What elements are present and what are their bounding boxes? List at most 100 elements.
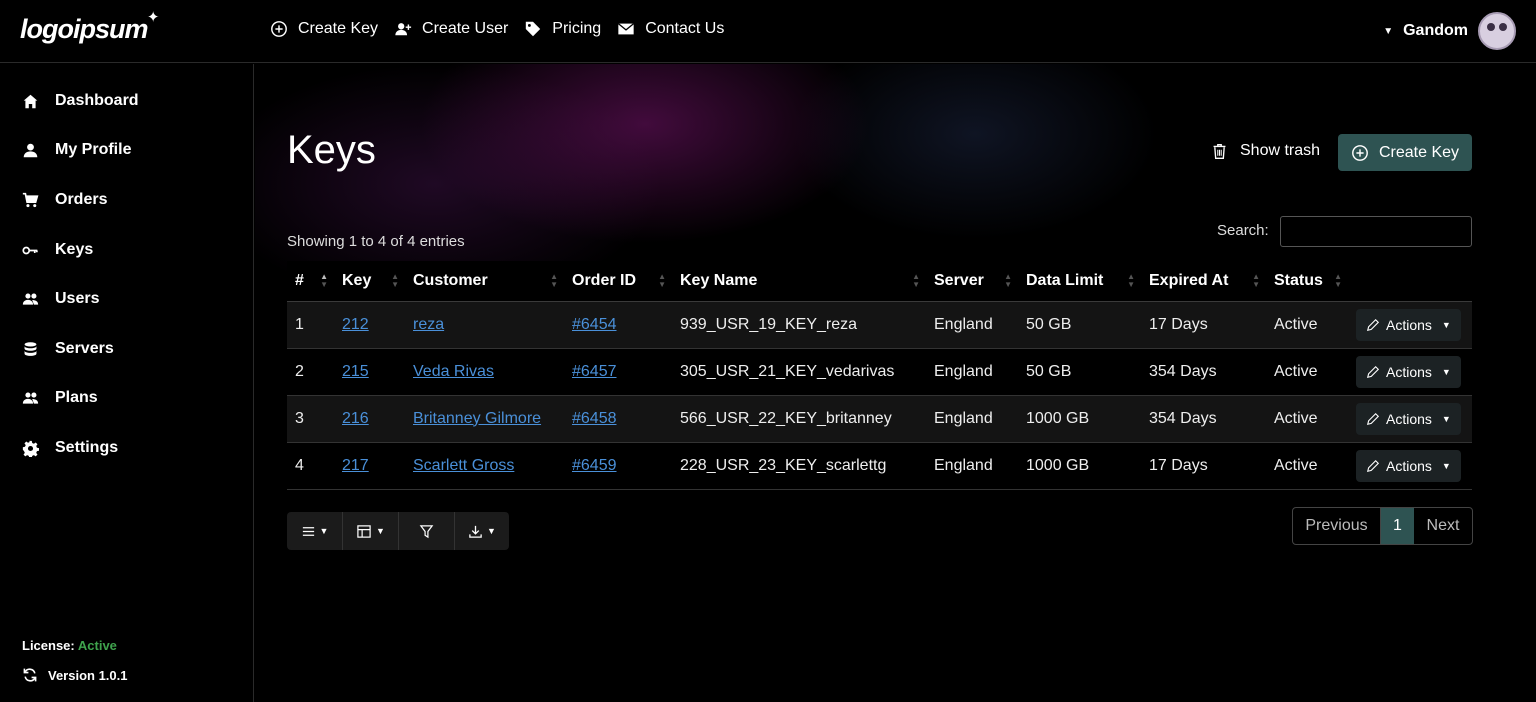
order-link[interactable]: #6458 bbox=[572, 410, 617, 427]
order-link[interactable]: #6457 bbox=[572, 363, 617, 380]
avatar[interactable] bbox=[1478, 12, 1516, 50]
sparkle-icon: ✦ bbox=[146, 9, 160, 26]
column-label: Order ID bbox=[572, 271, 637, 289]
column-header-key[interactable]: Key ▲ ▼ bbox=[334, 261, 405, 302]
column-header-key-name[interactable]: Key Name ▲ ▼ bbox=[672, 261, 926, 302]
customer-link[interactable]: Britanney Gilmore bbox=[413, 410, 541, 427]
cell-key-name: 566_USR_22_KEY_britanney bbox=[672, 395, 926, 443]
sort-icon: ▲ ▼ bbox=[1334, 272, 1342, 289]
show-trash-button[interactable]: Show trash bbox=[1211, 142, 1320, 160]
table-row: 2 215 Veda Rivas #6457 305_USR_21_KEY_ve… bbox=[287, 348, 1472, 396]
cell-actions: Actions ▼ bbox=[1348, 301, 1472, 349]
cart-icon bbox=[22, 192, 39, 207]
logo[interactable]: logoipsum ✦ bbox=[20, 9, 159, 45]
sidebar-item-label: Plans bbox=[55, 389, 98, 406]
actions-dropdown-button[interactable]: Actions ▼ bbox=[1356, 355, 1461, 388]
cell-status: Active bbox=[1266, 442, 1348, 490]
column-label: # bbox=[295, 271, 304, 289]
column-header-order-id[interactable]: Order ID ▲ ▼ bbox=[564, 261, 672, 302]
tag-icon bbox=[526, 21, 541, 37]
sort-icon: ▲ ▼ bbox=[550, 272, 558, 289]
previous-page-button[interactable]: Previous bbox=[1293, 508, 1381, 544]
column-header-data-limit[interactable]: Data Limit ▲ ▼ bbox=[1018, 261, 1141, 302]
column-header-server[interactable]: Server ▲ ▼ bbox=[926, 261, 1018, 302]
cell-expired-at: 17 Days bbox=[1141, 301, 1266, 349]
envelope-icon bbox=[618, 23, 635, 35]
user-icon bbox=[23, 143, 38, 157]
column-header-customer[interactable]: Customer ▲ ▼ bbox=[405, 261, 564, 302]
sidebar-item-orders[interactable]: Orders bbox=[22, 191, 107, 209]
cell-key-name: 228_USR_23_KEY_scarlettg bbox=[672, 442, 926, 490]
actions-dropdown-button[interactable]: Actions ▼ bbox=[1356, 308, 1461, 341]
cell-server: England bbox=[926, 395, 1018, 443]
key-link[interactable]: 212 bbox=[342, 316, 369, 333]
nav-pricing-label: Pricing bbox=[552, 20, 602, 37]
cell-actions: Actions ▼ bbox=[1348, 395, 1472, 443]
sidebar-item-keys[interactable]: Keys bbox=[22, 241, 93, 259]
actions-dropdown-button[interactable]: Actions ▼ bbox=[1356, 402, 1461, 435]
sidebar-item-label: My Profile bbox=[55, 141, 132, 158]
actions-label: Actions bbox=[1386, 410, 1432, 427]
caret-down-icon: ▼ bbox=[376, 526, 385, 536]
customer-link[interactable]: Scarlett Gross bbox=[413, 457, 514, 474]
nav-create-user-label: Create User bbox=[422, 20, 509, 37]
key-link[interactable]: 216 bbox=[342, 410, 369, 427]
plus-circle-icon bbox=[1352, 144, 1368, 161]
license-status: License: Active bbox=[22, 638, 117, 653]
sidebar-item-plans[interactable]: Plans bbox=[22, 389, 98, 407]
sidebar-item-dashboard[interactable]: Dashboard bbox=[22, 92, 139, 110]
sidebar-item-label: Servers bbox=[55, 340, 114, 357]
actions-dropdown-button[interactable]: Actions ▼ bbox=[1356, 449, 1461, 482]
pencil-icon bbox=[1366, 459, 1380, 472]
actions-label: Actions bbox=[1386, 363, 1432, 380]
export-button[interactable]: ▼ bbox=[455, 512, 509, 550]
user-menu[interactable]: ▼ Gandom bbox=[1383, 12, 1516, 50]
customer-link[interactable]: Veda Rivas bbox=[413, 363, 494, 380]
key-link[interactable]: 215 bbox=[342, 363, 369, 380]
key-link[interactable]: 217 bbox=[342, 457, 369, 474]
caret-down-icon: ▼ bbox=[1383, 25, 1394, 37]
actions-label: Actions bbox=[1386, 457, 1432, 474]
column-header-num[interactable]: # ▲ ▼ bbox=[287, 261, 334, 302]
plus-circle-icon bbox=[271, 21, 287, 37]
column-visibility-button[interactable]: ▼ bbox=[343, 512, 399, 550]
nav-create-user[interactable]: Create User bbox=[394, 20, 508, 38]
cell-customer: Veda Rivas bbox=[405, 348, 564, 396]
order-link[interactable]: #6459 bbox=[572, 457, 617, 474]
create-key-button[interactable]: Create Key bbox=[1338, 134, 1472, 171]
customer-link[interactable]: reza bbox=[413, 316, 444, 333]
cell-status: Active bbox=[1266, 348, 1348, 396]
cell-data-limit: 50 GB bbox=[1018, 348, 1141, 396]
search-input[interactable] bbox=[1280, 216, 1472, 247]
users-icon bbox=[22, 293, 39, 305]
column-header-expired-at[interactable]: Expired At ▲ ▼ bbox=[1141, 261, 1266, 302]
cell-server: England bbox=[926, 348, 1018, 396]
sidebar-item-settings[interactable]: Settings bbox=[22, 439, 118, 457]
column-label: Status bbox=[1274, 271, 1323, 289]
sidebar-item-servers[interactable]: Servers bbox=[22, 340, 114, 358]
page-1-button[interactable]: 1 bbox=[1381, 508, 1414, 544]
nav-create-key[interactable]: Create Key bbox=[270, 20, 378, 38]
nav-pricing[interactable]: Pricing bbox=[524, 20, 601, 38]
sidebar-item-my-profile[interactable]: My Profile bbox=[22, 141, 131, 159]
filter-button[interactable] bbox=[399, 512, 455, 550]
pencil-icon bbox=[1366, 318, 1380, 331]
column-density-button[interactable]: ▼ bbox=[287, 512, 343, 550]
cell-expired-at: 354 Days bbox=[1141, 348, 1266, 396]
license-label: License: bbox=[22, 638, 75, 653]
nav-contact[interactable]: Contact Us bbox=[617, 20, 724, 38]
cell-expired-at: 354 Days bbox=[1141, 395, 1266, 443]
next-page-button[interactable]: Next bbox=[1414, 508, 1472, 544]
cell-actions: Actions ▼ bbox=[1348, 348, 1472, 396]
database-icon bbox=[24, 341, 37, 356]
caret-down-icon: ▼ bbox=[1441, 319, 1451, 330]
cell-order-id: #6458 bbox=[564, 395, 672, 443]
order-link[interactable]: #6454 bbox=[572, 316, 617, 333]
column-header-status[interactable]: Status ▲ ▼ bbox=[1266, 261, 1348, 302]
search-label: Search: bbox=[1217, 222, 1269, 239]
cell-data-limit: 50 GB bbox=[1018, 301, 1141, 349]
sort-icon: ▲ ▼ bbox=[1004, 272, 1012, 289]
sidebar-item-users[interactable]: Users bbox=[22, 290, 99, 308]
refresh-icon bbox=[23, 668, 37, 682]
show-trash-label: Show trash bbox=[1240, 142, 1321, 159]
